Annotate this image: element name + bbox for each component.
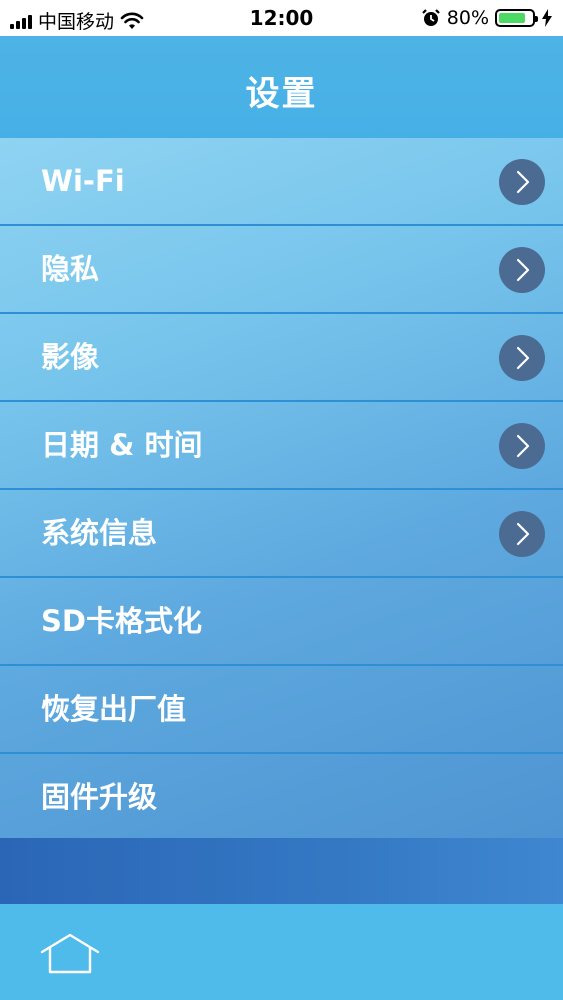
menu-item-label: SD卡格式化 [41,604,202,638]
menu-item-label: 影像 [41,340,100,374]
menu-item-label: Wi-Fi [41,164,125,198]
battery-percent: 80% [446,7,489,29]
alarm-icon [421,9,440,26]
settings-menu: Wi-Fi 隐私 影像 日期 & 时间 系统信息 SD卡格式化 恢复出厂值 固件… [0,138,563,838]
status-bar: 中国移动 12:00 80% [0,0,563,36]
chevron-right-icon[interactable] [499,335,545,381]
home-button[interactable] [36,932,104,976]
home-icon [40,933,100,974]
page-title: 设置 [245,74,318,114]
menu-item-label: 隐私 [41,252,100,286]
menu-item-system-info[interactable]: 系统信息 [0,490,563,578]
chevron-right-icon[interactable] [499,159,545,205]
menu-item-image[interactable]: 影像 [0,314,563,402]
menu-item-date-time[interactable]: 日期 & 时间 [0,402,563,490]
menu-item-label: 恢复出厂值 [41,692,187,726]
chevron-right-icon[interactable] [499,423,545,469]
menu-item-firmware-upgrade[interactable]: 固件升级 [0,754,563,842]
menu-item-label: 日期 & 时间 [41,428,203,462]
menu-item-label: 固件升级 [41,780,158,814]
menu-item-factory-reset[interactable]: 恢复出厂值 [0,666,563,754]
nav-header: 设置 [0,36,563,138]
menu-item-wifi[interactable]: Wi-Fi [0,138,563,226]
chevron-right-icon[interactable] [499,247,545,293]
menu-item-sd-format[interactable]: SD卡格式化 [0,578,563,666]
tab-bar [0,904,563,1000]
battery-icon [495,9,538,27]
menu-item-privacy[interactable]: 隐私 [0,226,563,314]
menu-item-label: 系统信息 [41,516,158,550]
chevron-right-icon[interactable] [499,511,545,557]
status-right: 80% [421,7,553,29]
decorative-band [0,838,563,904]
charging-icon [542,9,552,27]
